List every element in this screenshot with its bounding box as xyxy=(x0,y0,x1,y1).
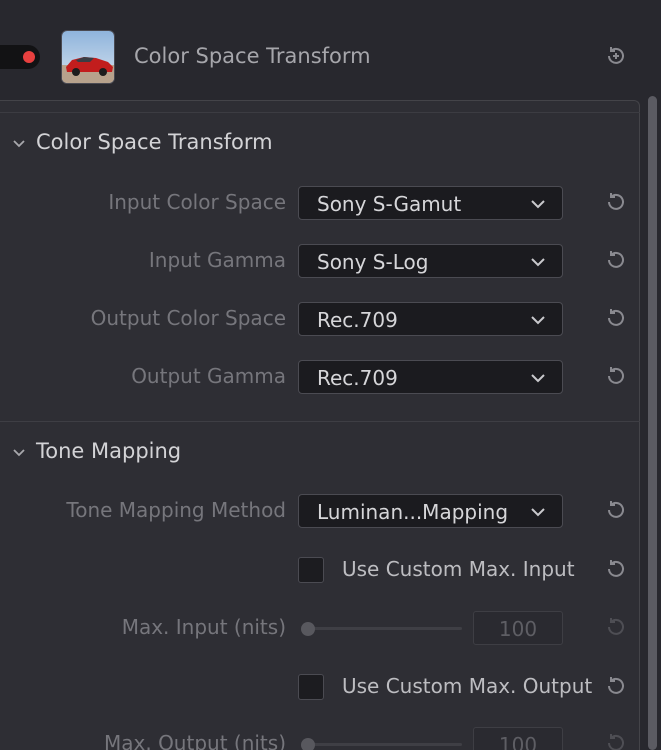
reset-icon[interactable] xyxy=(604,674,628,698)
dropdown-value: Sony S-Gamut xyxy=(317,192,462,216)
max-output-label: Max. Output (nits) xyxy=(104,731,286,750)
chevron-down-icon xyxy=(531,200,545,209)
reset-icon[interactable] xyxy=(604,615,628,639)
use-custom-max-output-checkbox[interactable] xyxy=(298,674,324,700)
dropdown-value: Rec.709 xyxy=(317,366,398,390)
section-title-tone-mapping[interactable]: Tone Mapping xyxy=(36,439,181,463)
toggle-indicator xyxy=(23,51,35,63)
input-color-space-label: Input Color Space xyxy=(108,190,286,214)
reset-icon[interactable] xyxy=(604,498,628,522)
max-input-label: Max. Input (nits) xyxy=(121,615,286,639)
reset-icon[interactable] xyxy=(604,557,628,581)
max-input-field[interactable]: 100 xyxy=(473,611,563,645)
dropdown-value: Rec.709 xyxy=(317,308,398,332)
use-custom-max-input-label[interactable]: Use Custom Max. Input xyxy=(342,557,575,581)
input-gamma-dropdown[interactable]: Sony S-Log xyxy=(298,244,563,278)
effect-thumbnail[interactable] xyxy=(61,30,115,84)
max-output-slider-track xyxy=(308,743,462,746)
tone-mapping-method-label: Tone Mapping Method xyxy=(66,498,286,522)
reset-icon[interactable] xyxy=(604,190,628,214)
chevron-down-icon[interactable] xyxy=(11,136,27,152)
reset-all-icon[interactable] xyxy=(604,44,628,68)
section-divider xyxy=(0,421,640,422)
output-color-space-dropdown[interactable]: Rec.709 xyxy=(298,302,563,336)
input-color-space-dropdown[interactable]: Sony S-Gamut xyxy=(298,186,563,220)
effect-enable-toggle[interactable] xyxy=(0,45,40,69)
field-value: 100 xyxy=(498,617,538,641)
effect-header: Color Space Transform xyxy=(0,0,661,100)
reset-icon[interactable] xyxy=(604,731,628,750)
max-input-slider-track xyxy=(308,627,462,630)
chevron-down-icon[interactable] xyxy=(11,445,27,461)
dropdown-value: Luminan...Mapping xyxy=(317,500,509,524)
chevron-down-icon xyxy=(531,258,545,267)
panel-top-divider xyxy=(0,112,640,113)
dropdown-value: Sony S-Log xyxy=(317,250,429,274)
reset-icon[interactable] xyxy=(604,248,628,272)
field-value: 100 xyxy=(498,733,538,750)
max-input-slider-handle[interactable] xyxy=(301,622,315,636)
tone-mapping-method-dropdown[interactable]: Luminan...Mapping xyxy=(298,494,563,528)
reset-icon[interactable] xyxy=(604,306,628,330)
panel-scrollbar[interactable] xyxy=(648,96,657,750)
output-color-space-label: Output Color Space xyxy=(90,306,286,330)
max-output-slider-handle[interactable] xyxy=(301,738,315,750)
max-output-field[interactable]: 100 xyxy=(473,727,563,750)
reset-icon[interactable] xyxy=(604,364,628,388)
section-title-color-space-transform[interactable]: Color Space Transform xyxy=(36,130,273,154)
chevron-down-icon xyxy=(531,316,545,325)
output-gamma-dropdown[interactable]: Rec.709 xyxy=(298,360,563,394)
effect-title: Color Space Transform xyxy=(134,44,371,68)
output-gamma-label: Output Gamma xyxy=(131,364,286,388)
input-gamma-label: Input Gamma xyxy=(148,248,286,272)
chevron-down-icon xyxy=(531,374,545,383)
chevron-down-icon xyxy=(531,508,545,517)
use-custom-max-output-label[interactable]: Use Custom Max. Output xyxy=(342,674,592,698)
use-custom-max-input-checkbox[interactable] xyxy=(298,557,324,583)
